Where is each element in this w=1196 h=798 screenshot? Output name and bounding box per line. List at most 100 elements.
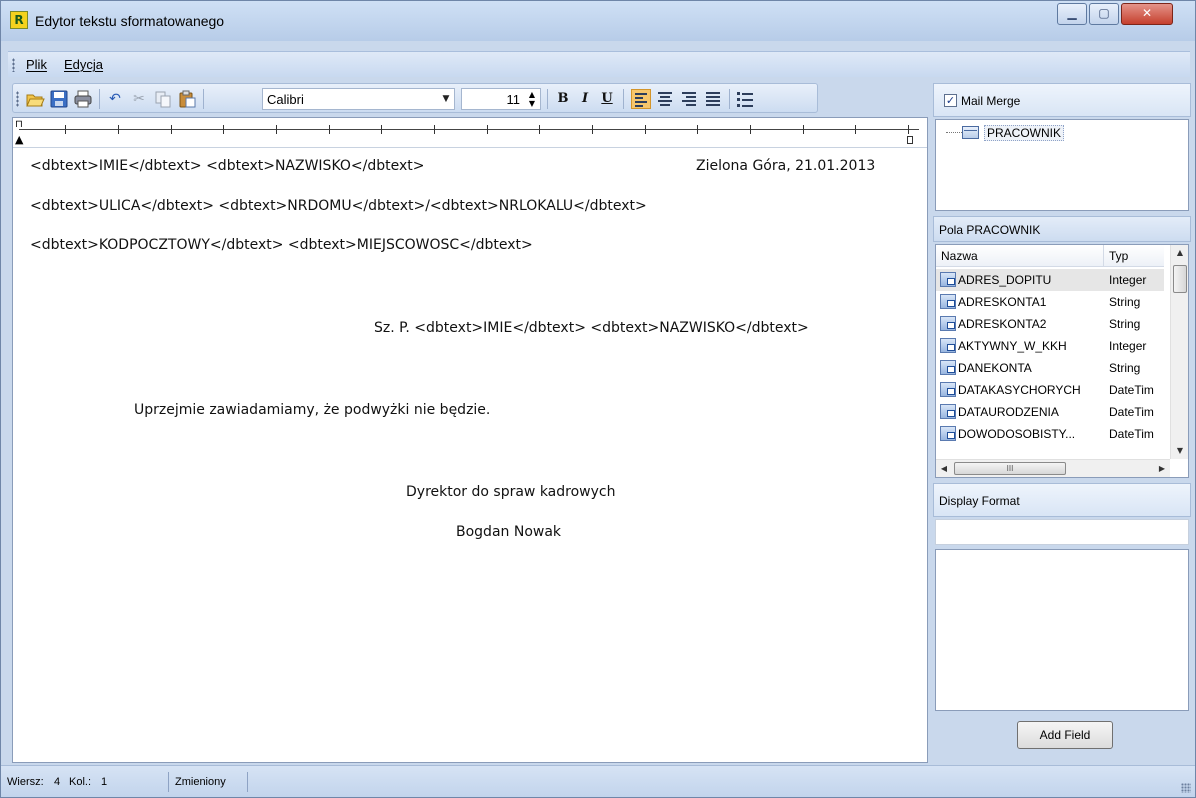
field-name: AKTYWNY_W_KKH [958, 339, 1067, 353]
ruler-line [19, 129, 919, 130]
field-row[interactable]: ADRESKONTA2 String [936, 313, 1164, 335]
left-indent-marker[interactable]: ▲ [15, 134, 23, 145]
display-format-header: Display Format [933, 483, 1191, 517]
field-row[interactable]: ADRESKONTA1 String [936, 291, 1164, 313]
field-type: DateTim [1109, 427, 1154, 441]
align-line-glyph [635, 105, 643, 107]
field-row[interactable]: DANEKONTA String [936, 357, 1164, 379]
chevron-down-icon[interactable]: ▼ [438, 89, 454, 109]
bold-button[interactable]: B [553, 89, 573, 109]
horizontal-scrollbar[interactable]: ◀ III ▶ [936, 459, 1170, 477]
ruler-tick [487, 125, 488, 134]
ruler-tick [329, 125, 330, 134]
maximize-button[interactable]: ▢ [1089, 3, 1119, 25]
scroll-left-icon[interactable]: ◀ [936, 460, 952, 477]
print-icon[interactable] [73, 89, 93, 109]
field-row[interactable]: DOWODOSOBISTY... DateTim [936, 423, 1164, 445]
field-row[interactable]: ADRES_DOPITU Integer [936, 269, 1164, 291]
field-name: ADRESKONTA2 [958, 317, 1047, 331]
data-source-tree[interactable]: PRACOWNIK [935, 119, 1189, 211]
menu-edycja[interactable]: Edycja [64, 57, 103, 72]
align-line-glyph [742, 99, 753, 101]
italic-button[interactable]: I [575, 89, 595, 109]
menu-plik[interactable]: Plik [26, 57, 47, 72]
underline-button[interactable]: U [597, 89, 617, 109]
spin-arrows-icon[interactable]: ▲ ▼ [525, 90, 539, 108]
field-row[interactable]: DATAKASYCHORYCH DateTim [936, 379, 1164, 401]
letter-date: Zielona Góra, 21.01.2013 [696, 158, 876, 174]
ruler-tick [65, 125, 66, 134]
align-line-glyph [686, 104, 696, 106]
cut-icon[interactable]: ✂ [129, 89, 149, 109]
title-bar[interactable]: R Edytor tekstu sformatowanego ▁ ▢ ✕ [1, 1, 1195, 41]
ruler-tick [171, 125, 172, 134]
ruler-tick [592, 125, 593, 134]
field-row[interactable]: AKTYWNY_W_KKH Integer [936, 335, 1164, 357]
mail-merge-panel: ✓ Mail Merge PRACOWNIK Pola PRACOWNIK Na… [933, 83, 1191, 763]
align-justify-icon[interactable] [703, 89, 723, 109]
hscroll-thumb[interactable]: III [954, 462, 1066, 475]
editor-window: R Edytor tekstu sformatowanego ▁ ▢ ✕ Pli… [0, 0, 1196, 798]
scroll-thumb[interactable] [1173, 265, 1187, 293]
align-left-icon[interactable] [631, 89, 651, 109]
field-icon [940, 426, 956, 441]
right-indent-marker[interactable] [907, 136, 913, 144]
font-family-select[interactable]: Calibri ▼ [262, 88, 455, 110]
ruler-tick [118, 125, 119, 134]
column-header-name[interactable]: Nazwa [936, 245, 1104, 267]
font-family-value: Calibri [267, 92, 304, 107]
align-line-glyph [706, 92, 720, 94]
status-separator [168, 772, 169, 792]
field-type: Integer [1109, 339, 1147, 353]
field-name: ADRES_DOPITU [958, 273, 1052, 287]
display-format-input[interactable] [935, 519, 1189, 545]
vertical-scrollbar[interactable]: ▲ ▼ [1170, 245, 1188, 459]
mail-merge-checkbox[interactable]: ✓ [944, 94, 957, 107]
copy-icon[interactable] [153, 89, 173, 109]
ruler-tick [803, 125, 804, 134]
menu-grip[interactable] [12, 58, 15, 72]
undo-icon[interactable]: ↶ [105, 89, 125, 109]
menu-bar: Plik Edycja [8, 51, 1190, 77]
minimize-button[interactable]: ▁ [1057, 3, 1087, 25]
scroll-right-icon[interactable]: ▶ [1154, 460, 1170, 477]
align-center-icon[interactable] [655, 89, 675, 109]
open-folder-icon[interactable] [25, 89, 45, 109]
ruler-tick [381, 125, 382, 134]
font-size-stepper[interactable]: 11 ▲ ▼ [461, 88, 541, 110]
align-line-glyph [635, 97, 643, 99]
field-row[interactable]: DATAURODZENIA DateTim [936, 401, 1164, 423]
toolbar-grip[interactable] [16, 91, 19, 107]
salutation: Sz. P. <dbtext>IMIE</dbtext> <dbtext>NAZ… [374, 320, 809, 336]
toolbar-separator [547, 89, 548, 109]
rich-text-editor[interactable]: ⊓ ▲ <dbtext>IMIE</dbtext> <dbtext>NAZWIS… [12, 117, 928, 763]
add-field-button[interactable]: Add Field [1017, 721, 1113, 749]
first-line-indent-marker[interactable]: ⊓ [15, 120, 23, 130]
align-line-glyph [635, 101, 647, 103]
align-line-glyph [706, 104, 720, 106]
save-disk-icon[interactable] [49, 89, 69, 109]
field-type: Integer [1109, 273, 1147, 287]
bullet-list-icon[interactable] [735, 89, 755, 109]
toolbar-separator [203, 89, 204, 109]
scroll-up-icon[interactable]: ▲ [1171, 245, 1188, 261]
column-header-type[interactable]: Typ [1104, 245, 1164, 267]
formatting-toolbar: ↶ ✂ Calibri ▼ 11 ▲ ▼ B I U [12, 83, 818, 113]
resize-grip-icon[interactable] [1181, 783, 1191, 793]
fields-panel-title: Pola PRACOWNIK [939, 223, 1041, 237]
toolbar-separator [623, 89, 624, 109]
ruler-tick [276, 125, 277, 134]
ruler[interactable]: ⊓ ▲ [13, 118, 927, 148]
tree-node-pracownik[interactable]: PRACOWNIK [984, 125, 1065, 141]
paste-icon[interactable] [177, 89, 197, 109]
ruler-tick [539, 125, 540, 134]
address-line-street: <dbtext>ULICA</dbtext> <dbtext>NRDOMU</d… [30, 198, 647, 214]
status-separator [247, 772, 248, 792]
align-right-icon[interactable] [679, 89, 699, 109]
field-type: DateTim [1109, 405, 1154, 419]
fields-list[interactable]: Nazwa Typ ADRES_DOPITU Integer ADRESKONT… [935, 244, 1189, 478]
field-icon [940, 294, 956, 309]
close-button[interactable]: ✕ [1121, 3, 1173, 25]
scroll-down-icon[interactable]: ▼ [1171, 443, 1188, 459]
address-line-city: <dbtext>KODPOCZTOWY</dbtext> <dbtext>MIE… [30, 237, 533, 253]
